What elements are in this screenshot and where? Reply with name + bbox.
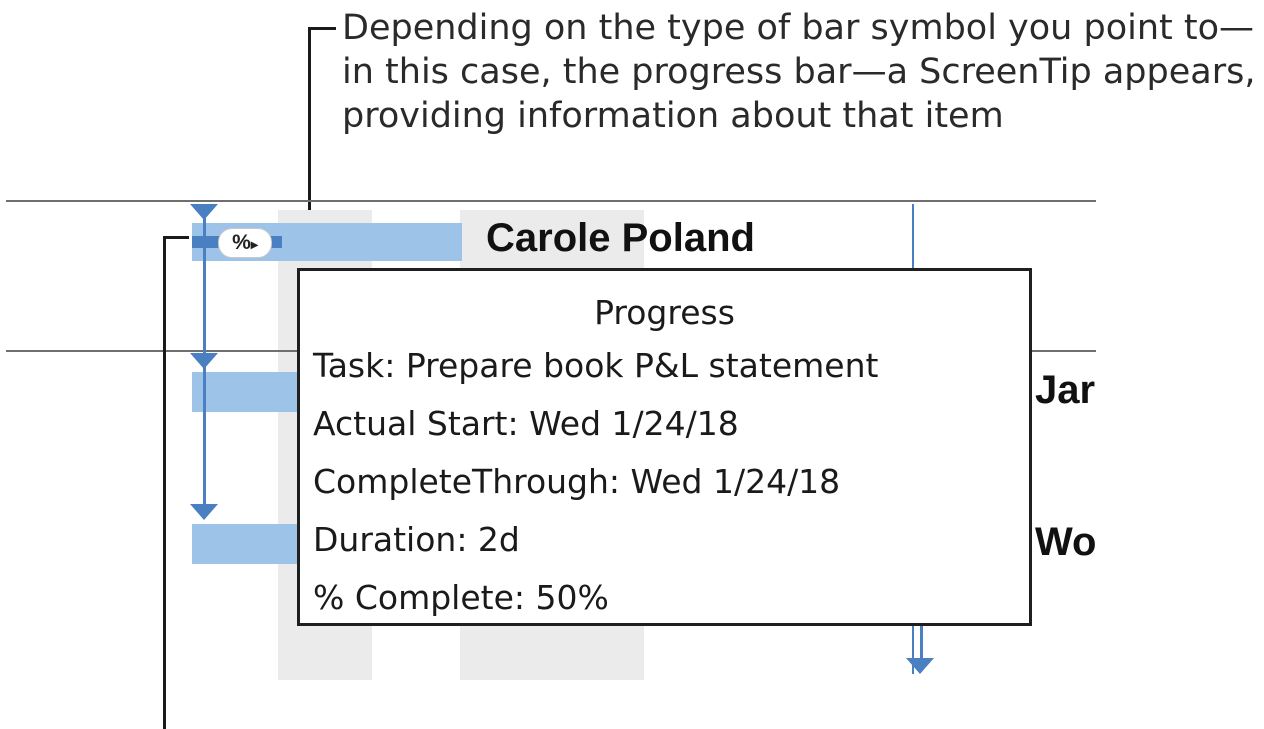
- callout-line-1: Depending on the type of bar symbol you …: [342, 8, 1254, 48]
- callout-line-2: in this case, the progress bar—a ScreenT…: [342, 52, 1256, 92]
- link-arrow-icon: [906, 658, 934, 674]
- callout-leader-horizontal-top: [308, 27, 336, 30]
- task-bar[interactable]: [192, 524, 312, 564]
- callout-caption: Depending on the type of bar symbol you …: [342, 6, 1257, 138]
- screentip-duration: Duration: 2d: [313, 520, 520, 559]
- link-arrow-icon: [190, 504, 218, 520]
- screentip-complete-through: CompleteThrough: Wed 1/24/18: [313, 462, 841, 501]
- row-divider: [6, 200, 1096, 202]
- screentip-task: Task: Prepare book P&L statement: [313, 346, 879, 385]
- resource-label-row2-partial: Jar: [1035, 368, 1095, 412]
- screentip-actual-start: Actual Start: Wed 1/24/18: [313, 404, 739, 443]
- screentip-percent-complete: % Complete: 50%: [313, 578, 609, 617]
- callout-line-3: providing information about that item: [342, 96, 1004, 136]
- screentip-title: Progress: [594, 293, 735, 332]
- screentip-popup: Progress Task: Prepare book P&L statemen…: [297, 268, 1032, 626]
- task-bar[interactable]: [192, 372, 312, 412]
- link-arrow-icon: [190, 353, 218, 369]
- progress-symbol: %: [232, 231, 251, 254]
- progress-pointer-icon: %▸: [218, 228, 272, 258]
- resource-label-row1: Carole Poland: [486, 216, 755, 260]
- resource-label-row3-partial: Wo: [1035, 520, 1095, 564]
- callout-leader-vertical-bottom: [163, 236, 166, 729]
- callout-leader-horizontal-bottom: [163, 236, 189, 239]
